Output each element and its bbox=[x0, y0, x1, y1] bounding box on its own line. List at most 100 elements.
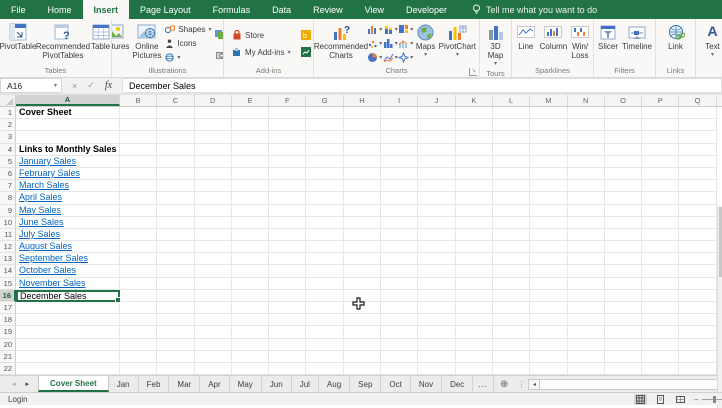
row-header-5[interactable]: 5 bbox=[0, 156, 16, 168]
cell-N19[interactable] bbox=[568, 326, 605, 338]
cell-I14[interactable] bbox=[381, 265, 418, 277]
tab-developer[interactable]: Developer bbox=[395, 0, 458, 19]
cell-E2[interactable] bbox=[232, 119, 269, 131]
column-header-M[interactable]: M bbox=[530, 95, 567, 106]
cell-D16[interactable] bbox=[195, 290, 232, 302]
cell-Q19[interactable] bbox=[679, 326, 716, 338]
cell-L13[interactable] bbox=[493, 253, 530, 265]
row-header-3[interactable]: 3 bbox=[0, 131, 16, 143]
cell-J8[interactable] bbox=[418, 192, 455, 204]
zoom-out-icon[interactable]: – bbox=[694, 395, 698, 404]
cell-B1[interactable] bbox=[120, 107, 157, 119]
cell-K7[interactable] bbox=[456, 180, 493, 192]
cell-M7[interactable] bbox=[530, 180, 567, 192]
cell-E19[interactable] bbox=[232, 326, 269, 338]
recommended-charts-button[interactable]: ? Recommended Charts bbox=[316, 21, 366, 66]
cell-F2[interactable] bbox=[269, 119, 306, 131]
cell-H18[interactable] bbox=[344, 314, 381, 326]
cell-P8[interactable] bbox=[642, 192, 679, 204]
cell-P18[interactable] bbox=[642, 314, 679, 326]
formula-input[interactable]: December Sales bbox=[122, 78, 722, 93]
cell-B21[interactable] bbox=[120, 351, 157, 363]
text-button[interactable]: A Text▾ bbox=[700, 21, 722, 66]
cell-B3[interactable] bbox=[120, 131, 157, 143]
cell-C20[interactable] bbox=[157, 339, 194, 351]
cell-E14[interactable] bbox=[232, 265, 269, 277]
cell-P2[interactable] bbox=[642, 119, 679, 131]
column-header-Q[interactable]: Q bbox=[679, 95, 716, 106]
row-header-22[interactable]: 22 bbox=[0, 363, 16, 375]
sheet-tab-aug[interactable]: Aug bbox=[319, 376, 350, 392]
cell-J4[interactable] bbox=[418, 144, 455, 156]
maps-button[interactable]: Maps▾ bbox=[415, 21, 437, 66]
cell-L12[interactable] bbox=[493, 241, 530, 253]
cell-K20[interactable] bbox=[456, 339, 493, 351]
cell-J20[interactable] bbox=[418, 339, 455, 351]
column-header-F[interactable]: F bbox=[269, 95, 306, 106]
insert-bar-chart[interactable]: ▾ bbox=[383, 22, 399, 36]
cell-B6[interactable] bbox=[120, 168, 157, 180]
cell-L7[interactable] bbox=[493, 180, 530, 192]
sheet-nav-next-icon[interactable]: ▸ bbox=[26, 380, 30, 388]
cell-A15[interactable]: November Sales bbox=[16, 278, 120, 290]
cell-K12[interactable] bbox=[456, 241, 493, 253]
3d-models-button[interactable]: ▾ bbox=[163, 51, 213, 65]
sheet-tab-mar[interactable]: Mar bbox=[169, 376, 200, 392]
addin-recent-1-icon[interactable]: b bbox=[301, 30, 311, 40]
cell-J16[interactable] bbox=[418, 290, 455, 302]
cell-I8[interactable] bbox=[381, 192, 418, 204]
cell-J2[interactable] bbox=[418, 119, 455, 131]
store-button[interactable]: Store bbox=[230, 28, 297, 42]
cell-A18[interactable] bbox=[16, 314, 120, 326]
cell-I7[interactable] bbox=[381, 180, 418, 192]
cell-P10[interactable] bbox=[642, 217, 679, 229]
cell-G5[interactable] bbox=[306, 156, 343, 168]
cell-B2[interactable] bbox=[120, 119, 157, 131]
cell-E6[interactable] bbox=[232, 168, 269, 180]
cell-F4[interactable] bbox=[269, 144, 306, 156]
cell-L14[interactable] bbox=[493, 265, 530, 277]
cell-E17[interactable] bbox=[232, 302, 269, 314]
cell-O19[interactable] bbox=[605, 326, 642, 338]
cell-C18[interactable] bbox=[157, 314, 194, 326]
cell-O15[interactable] bbox=[605, 278, 642, 290]
cell-B22[interactable] bbox=[120, 363, 157, 375]
cell-E10[interactable] bbox=[232, 217, 269, 229]
cell-F7[interactable] bbox=[269, 180, 306, 192]
cell-M5[interactable] bbox=[530, 156, 567, 168]
cell-M2[interactable] bbox=[530, 119, 567, 131]
cell-G13[interactable] bbox=[306, 253, 343, 265]
cell-O18[interactable] bbox=[605, 314, 642, 326]
link-button[interactable]: Link bbox=[661, 21, 691, 66]
cell-C6[interactable] bbox=[157, 168, 194, 180]
cell-O12[interactable] bbox=[605, 241, 642, 253]
cell-E22[interactable] bbox=[232, 363, 269, 375]
sheet-tab-nov[interactable]: Nov bbox=[411, 376, 442, 392]
cell-I20[interactable] bbox=[381, 339, 418, 351]
cell-E12[interactable] bbox=[232, 241, 269, 253]
cell-M12[interactable] bbox=[530, 241, 567, 253]
cell-O5[interactable] bbox=[605, 156, 642, 168]
cell-Q2[interactable] bbox=[679, 119, 716, 131]
cell-I1[interactable] bbox=[381, 107, 418, 119]
sheet-tab-apr[interactable]: Apr bbox=[200, 376, 229, 392]
cell-H1[interactable] bbox=[344, 107, 381, 119]
cell-F21[interactable] bbox=[269, 351, 306, 363]
cell-K1[interactable] bbox=[456, 107, 493, 119]
cell-P11[interactable] bbox=[642, 229, 679, 241]
cell-M4[interactable] bbox=[530, 144, 567, 156]
cell-H15[interactable] bbox=[344, 278, 381, 290]
cell-M15[interactable] bbox=[530, 278, 567, 290]
cell-K3[interactable] bbox=[456, 131, 493, 143]
shapes-button[interactable]: Shapes▾ bbox=[163, 23, 213, 37]
row-header-16[interactable]: 16 bbox=[0, 290, 16, 302]
cell-E4[interactable] bbox=[232, 144, 269, 156]
cell-B19[interactable] bbox=[120, 326, 157, 338]
cell-J15[interactable] bbox=[418, 278, 455, 290]
cell-A3[interactable] bbox=[16, 131, 120, 143]
cell-J21[interactable] bbox=[418, 351, 455, 363]
cell-Q18[interactable] bbox=[679, 314, 716, 326]
cell-F20[interactable] bbox=[269, 339, 306, 351]
cell-M16[interactable] bbox=[530, 290, 567, 302]
column-header-O[interactable]: O bbox=[605, 95, 642, 106]
